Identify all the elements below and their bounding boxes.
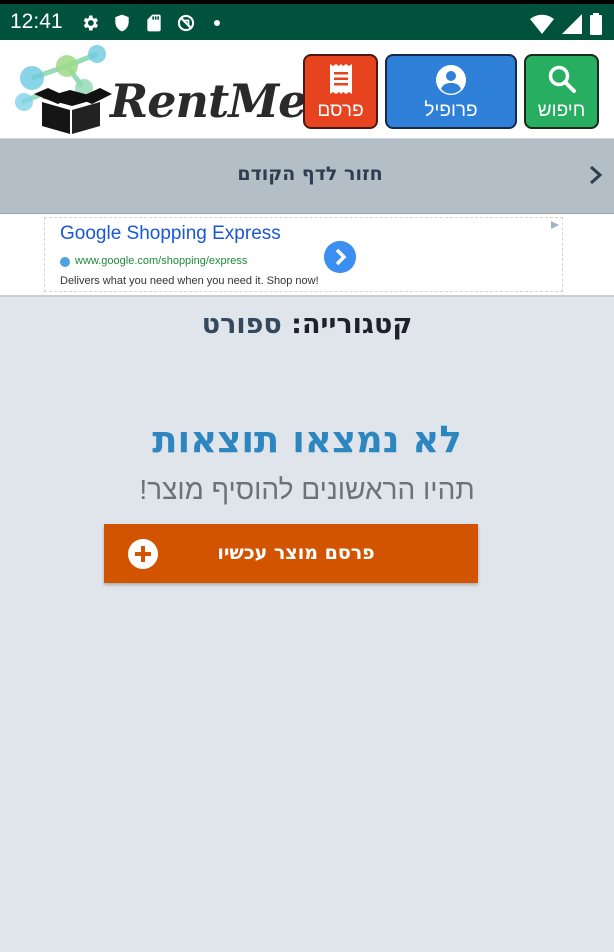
wifi-icon <box>530 14 554 35</box>
category-value: ספורט <box>201 309 282 340</box>
status-time: 12:41 <box>10 10 63 33</box>
profile-button-label: פרופיל <box>424 100 478 121</box>
post-product-now-button[interactable]: פרסם מוצר עכשיו <box>104 524 478 583</box>
status-icons-right <box>530 13 602 35</box>
battery-icon <box>590 13 602 35</box>
search-button-label: חיפוש <box>537 100 586 121</box>
no-sync-icon <box>177 14 195 32</box>
dot-icon <box>214 20 220 26</box>
ad-container: Google Shopping Express www.google.com/s… <box>0 214 614 297</box>
ad-url[interactable]: www.google.com/shopping/express <box>75 255 247 267</box>
ad-choices-icon[interactable] <box>550 220 560 230</box>
rentme-logo[interactable]: RentMe <box>12 44 307 136</box>
ad-arrow-icon[interactable] <box>324 241 356 273</box>
ad-description: Delivers what you need when you need it.… <box>60 275 319 287</box>
status-icons-left <box>80 13 220 33</box>
post-button[interactable]: פרסם <box>303 54 378 129</box>
plus-circle-icon <box>128 539 158 569</box>
be-first-message: תהיו הראשונים להוסיף מוצר! <box>139 474 475 505</box>
cell-signal-icon <box>562 14 582 34</box>
sd-card-icon <box>147 14 161 32</box>
back-bar[interactable]: חזור לדף הקודם <box>0 139 614 214</box>
status-bar: 12:41 <box>0 0 614 40</box>
ad-title[interactable]: Google Shopping Express <box>60 223 281 245</box>
shield-icon <box>115 14 129 32</box>
ad-url-icon <box>60 257 70 267</box>
category-prefix: קטגורייה: <box>291 309 413 340</box>
category-heading: קטגורייה: ספורט <box>0 309 614 340</box>
search-icon <box>548 65 576 93</box>
ad-banner[interactable]: Google Shopping Express www.google.com/s… <box>44 217 563 292</box>
cta-label: פרסם מוצר עכשיו <box>217 542 375 564</box>
app-header: RentMe פרסם פרופיל חיפוש <box>0 40 614 139</box>
search-button[interactable]: חיפוש <box>524 54 599 129</box>
back-label: חזור לדף הקודם <box>237 163 383 185</box>
profile-button[interactable]: פרופיל <box>385 54 517 129</box>
account-circle-icon <box>436 65 466 95</box>
receipt-icon <box>329 64 352 94</box>
logo-text: RentMe <box>110 74 307 128</box>
settings-icon <box>83 15 98 31</box>
chevron-right-icon <box>590 165 603 185</box>
no-results-title: לא נמצאו תוצאות <box>152 418 462 461</box>
post-button-label: פרסם <box>317 100 364 121</box>
